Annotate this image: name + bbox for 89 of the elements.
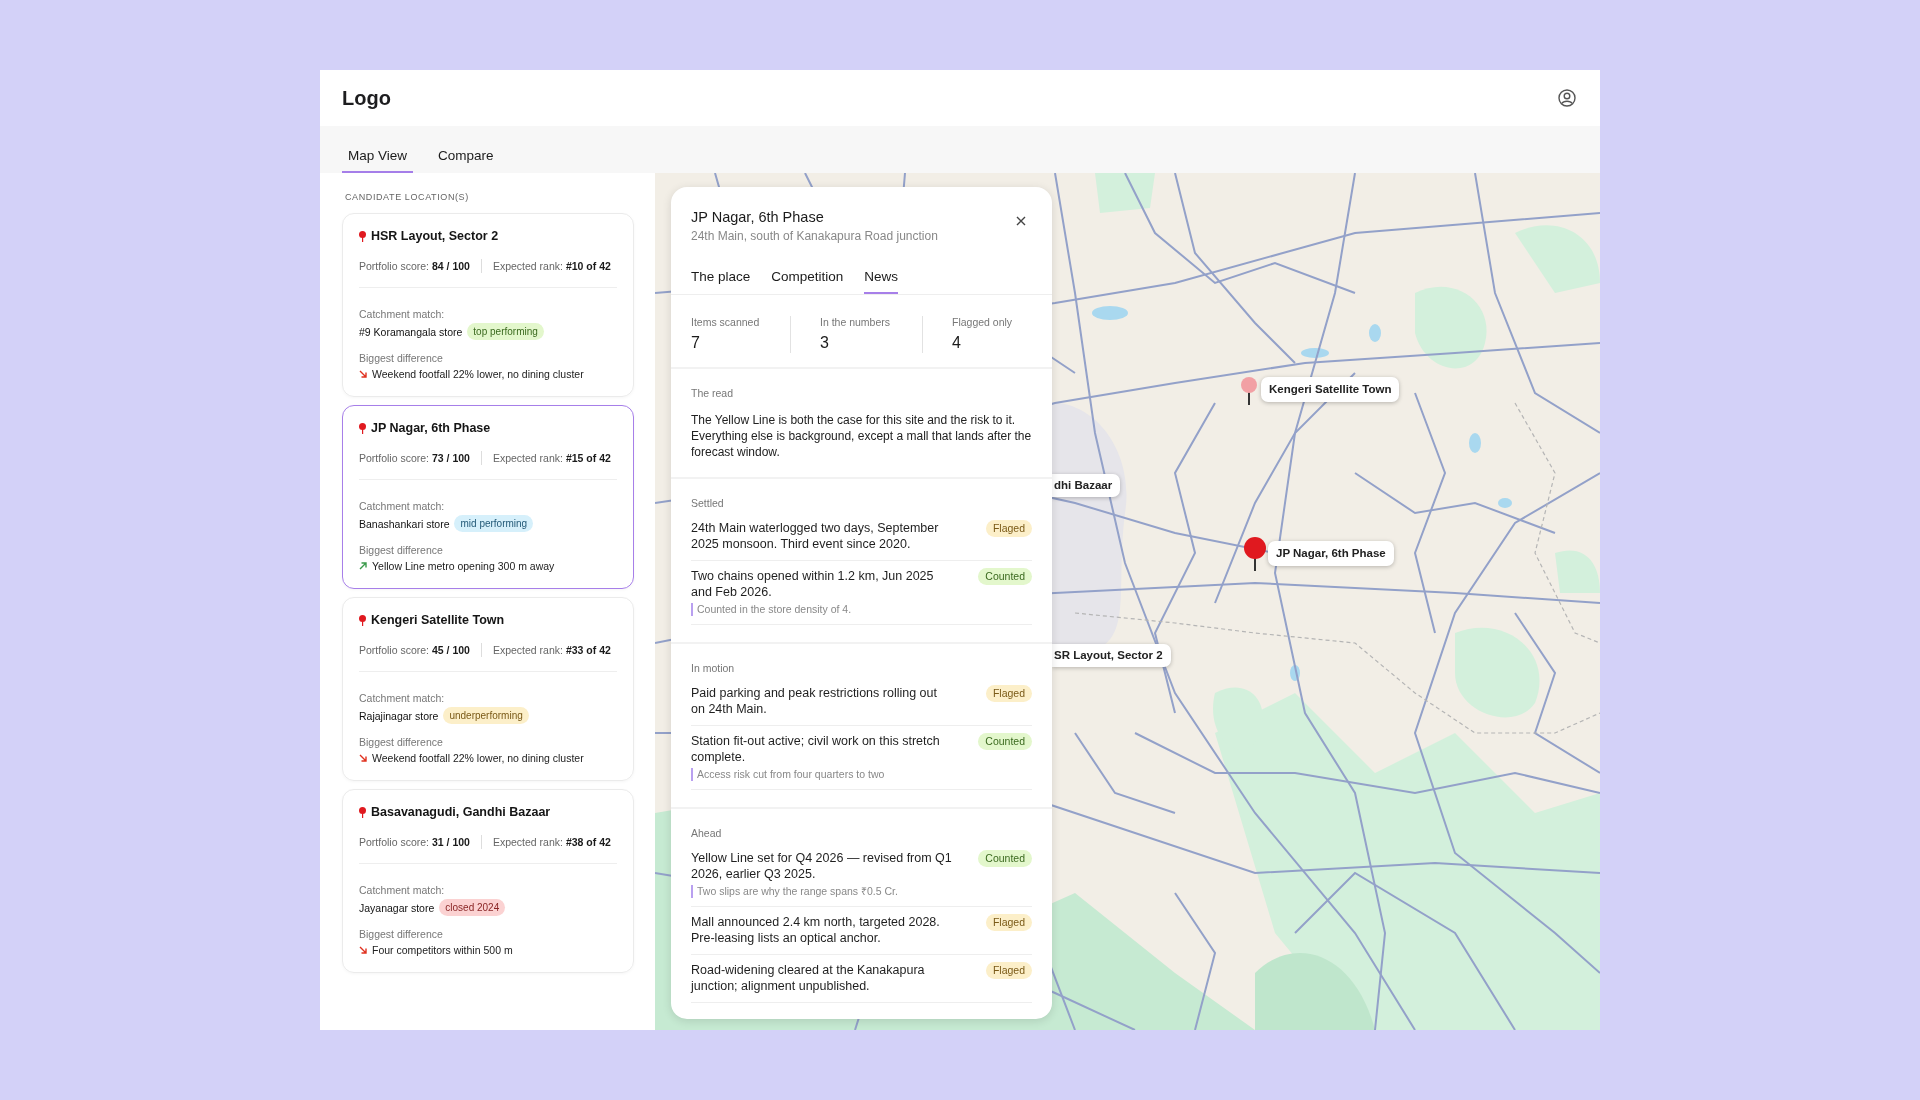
news-text: Road-widening cleared at the Kanakapura junction; alignment unpublished.	[691, 962, 926, 994]
logo: Logo	[342, 86, 391, 110]
map-pin-icon[interactable]	[1241, 377, 1257, 405]
arrow-down-right-icon	[359, 754, 367, 762]
arrow-down-right-icon	[359, 370, 367, 378]
status-tag: Counted	[978, 850, 1032, 867]
panel-title: JP Nagar, 6th Phase	[691, 208, 825, 226]
location-card[interactable]: HSR Layout, Sector 2 Portfolio score: 84 / 100 Expected rank: #10 of 42 Catchment match: #9 Koramangala store top performing Biggest difference Weekend footfall 22% lower, no dining cluster	[342, 213, 634, 397]
location-title: Kengeri Satellite Town	[371, 612, 505, 628]
pin-label[interactable]: dhi Bazaar	[1052, 474, 1121, 497]
close-icon[interactable]	[1016, 216, 1026, 226]
section-heading: CANDIDATE LOCATION(S)	[345, 191, 470, 203]
news-text: Station fit-out active; civil work on this stretch complete.	[691, 733, 941, 765]
status-tag: mid performing	[454, 515, 534, 532]
location-card[interactable]: Kengeri Satellite Town Portfolio score: 45 / 100 Expected rank: #33 of 42 Catchment match: Rajajinagar store underperforming Biggest difference Weekend footfall 22% lower, no dining cluster	[342, 597, 634, 781]
map-pin-icon	[359, 422, 366, 434]
panel-tab[interactable]: Competition	[771, 268, 844, 294]
portfolio-score: Portfolio score: 45 / 100	[359, 643, 470, 657]
status-tag: underperforming	[443, 707, 529, 724]
panel-tab[interactable]: The place	[691, 268, 751, 294]
stat-value: 3	[820, 333, 830, 353]
arrow-up-right-icon	[359, 562, 367, 570]
store-name: Banashankari store	[359, 516, 450, 531]
field-label: Catchment match:	[359, 883, 446, 897]
portfolio-score: Portfolio score: 73 / 100	[359, 451, 470, 465]
stat-label: Items scanned	[691, 316, 761, 329]
news-note: Two slips are why the range spans ₹0.5 Cr.	[691, 885, 953, 898]
pin-label[interactable]: JP Nagar, 6th Phase	[1268, 541, 1394, 566]
user-icon[interactable]	[1558, 89, 1576, 107]
status-tag: closed 2024	[439, 899, 506, 916]
expected-rank: Expected rank: #33 of 42	[492, 643, 611, 657]
status-tag: Counted	[978, 733, 1032, 750]
map-pin-icon	[359, 806, 366, 818]
expected-rank: Expected rank: #10 of 42	[492, 259, 611, 273]
field-label: Biggest difference	[359, 735, 444, 749]
map-pin-icon	[359, 614, 366, 626]
stat-value: 4	[952, 333, 962, 353]
status-tag: Flaged	[985, 520, 1032, 537]
pin-label[interactable]: Kengeri Satellite Town	[1261, 377, 1400, 402]
news-text: Two chains opened within 1.2 km, Jun 2025 and Feb 2026.	[691, 568, 935, 600]
field-label: Biggest difference	[359, 543, 444, 557]
news-text: Mall announced 2.4 km north, targeted 2028. Pre-leasing lists an optical anchor.	[691, 914, 941, 946]
store-name: Jayanagar store	[359, 900, 435, 915]
news-text: Yellow Line set for Q4 2026 — revised from Q1 2026, earlier Q3 2025.	[691, 850, 953, 882]
news-text: Paid parking and peak restrictions rolling out on 24th Main.	[691, 685, 938, 717]
location-title: JP Nagar, 6th Phase	[371, 420, 491, 436]
section-label: In motion	[691, 662, 736, 675]
news-note: Counted in the store density of 4.	[691, 603, 953, 616]
status-tag: top performing	[467, 323, 544, 340]
section-label: Settled	[691, 497, 725, 510]
difference-text: Weekend footfall 22% lower, no dining cluster	[372, 367, 584, 381]
panel-tab[interactable]: News	[864, 268, 899, 294]
section-label: Ahead	[691, 827, 723, 840]
news-text: 24th Main waterlogged two days, September 2025 monsoon. Third event since 2020.	[691, 520, 940, 552]
summary-text: The Yellow Line is both the case for this site and the risk to it. Everything else is background, except a mall that lands after the forecast window.	[691, 412, 1032, 460]
stat-label: In the numbers	[820, 316, 892, 329]
field-label: Biggest difference	[359, 351, 444, 365]
arrow-down-right-icon	[359, 946, 367, 954]
panel-subtitle: 24th Main, south of Kanakapura Road junction	[691, 228, 938, 244]
news-note: Access risk cut from four quarters to two	[691, 768, 953, 781]
difference-text: Weekend footfall 22% lower, no dining cluster	[372, 751, 584, 765]
map-pin-icon	[359, 230, 366, 242]
view-tab[interactable]: Map View	[342, 147, 414, 173]
portfolio-score: Portfolio score: 31 / 100	[359, 835, 470, 849]
location-title: Basavanagudi, Gandhi Bazaar	[371, 804, 551, 820]
field-label: Catchment match:	[359, 691, 446, 705]
field-label: Biggest difference	[359, 927, 444, 941]
expected-rank: Expected rank: #38 of 42	[492, 835, 611, 849]
location-card[interactable]: Basavanagudi, Gandhi Bazaar Portfolio score: 31 / 100 Expected rank: #38 of 42 Catchment match: Jayanagar store closed 2024 Biggest difference Four competitors within 500 m	[342, 789, 634, 973]
location-card[interactable]: JP Nagar, 6th Phase Portfolio score: 73 / 100 Expected rank: #15 of 42 Catchment match: Banashankari store mid performing Biggest difference Yellow Line metro opening 300 m away	[342, 405, 634, 589]
status-tag: Flaged	[985, 962, 1032, 979]
stat-label: Flagged only	[952, 316, 1014, 329]
difference-text: Yellow Line metro opening 300 m away	[372, 559, 555, 573]
pin-label[interactable]: SR Layout, Sector 2	[1052, 644, 1171, 667]
status-tag: Flaged	[985, 914, 1032, 931]
expected-rank: Expected rank: #15 of 42	[492, 451, 611, 465]
store-name: #9 Koramangala store	[359, 324, 463, 339]
status-tag: Counted	[978, 568, 1032, 585]
location-title: HSR Layout, Sector 2	[371, 228, 499, 244]
difference-text: Four competitors within 500 m	[372, 943, 513, 957]
stat-value: 7	[691, 333, 701, 353]
view-tab[interactable]: Compare	[432, 147, 500, 173]
field-label: Catchment match:	[359, 499, 446, 513]
status-tag: Flaged	[985, 685, 1032, 702]
portfolio-score: Portfolio score: 84 / 100	[359, 259, 470, 273]
section-label: The read	[691, 387, 735, 400]
store-name: Rajajinagar store	[359, 708, 439, 723]
map-pin-icon[interactable]	[1244, 537, 1266, 571]
field-label: Catchment match:	[359, 307, 446, 321]
